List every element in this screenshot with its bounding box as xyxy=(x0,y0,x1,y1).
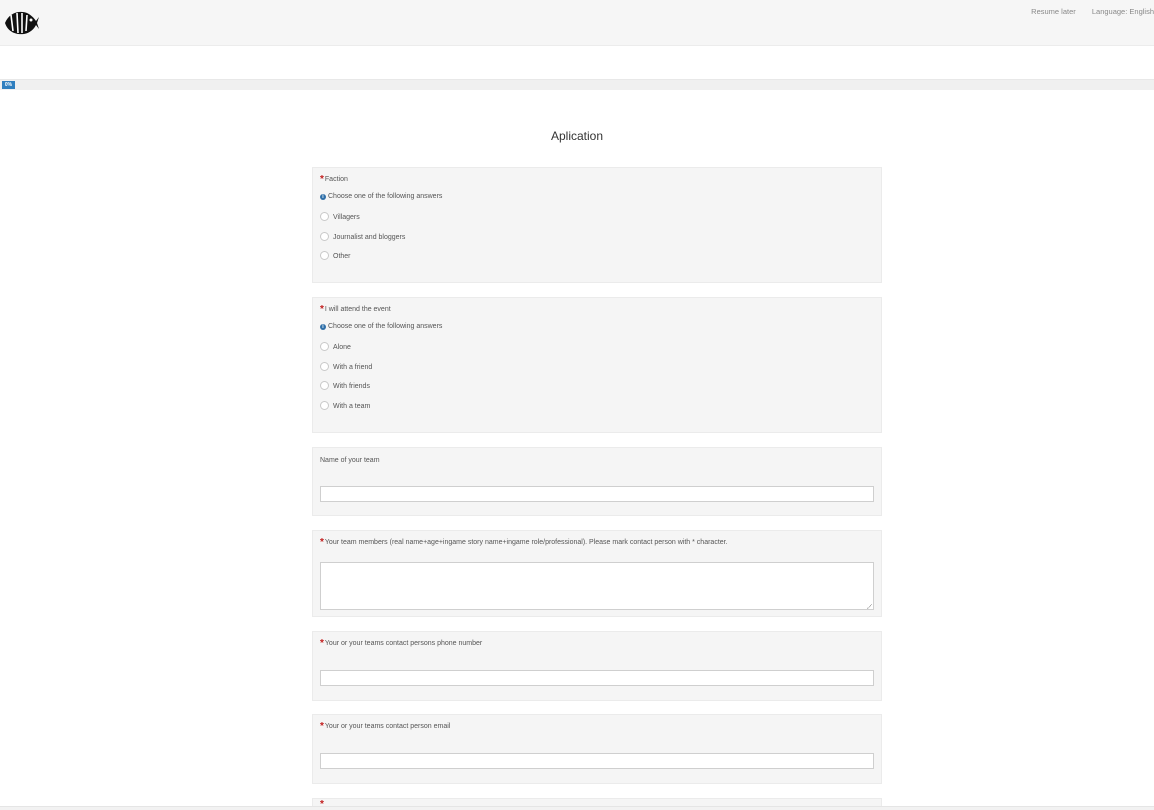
email-input[interactable] xyxy=(320,753,874,769)
info-circle-icon: i xyxy=(320,194,326,200)
radio-button[interactable] xyxy=(320,212,329,221)
progress-bar: 0% xyxy=(0,79,1154,90)
radio-button[interactable] xyxy=(320,342,329,351)
fish-logo-icon[interactable] xyxy=(3,7,39,39)
language-selector[interactable]: Language: English xyxy=(1092,7,1154,16)
required-marker: * xyxy=(320,721,324,732)
page-title: Aplication xyxy=(550,129,604,143)
radio-option-with-a-team[interactable]: With a team xyxy=(320,401,370,410)
resize-grip-icon[interactable] xyxy=(867,604,872,609)
top-links: Resume later Language: English xyxy=(1017,7,1154,16)
question-email: *Your or your teams contact person email xyxy=(312,714,882,784)
phone-number-input[interactable] xyxy=(320,670,874,686)
question-attendance: *I will attend the event i Choose one of … xyxy=(312,297,882,433)
required-marker: * xyxy=(320,174,324,185)
radio-option-alone[interactable]: Alone xyxy=(320,342,351,351)
info-circle-icon: i xyxy=(320,324,326,330)
bottom-divider xyxy=(0,806,1154,810)
radio-button[interactable] xyxy=(320,362,329,371)
question-faction: *Faction i Choose one of the following an… xyxy=(312,167,882,283)
question-label: *Your team members (real name+age+ingame… xyxy=(320,537,728,548)
question-hint: i Choose one of the following answers xyxy=(320,323,442,330)
progress-fill: 0% xyxy=(2,81,15,89)
radio-button[interactable] xyxy=(320,251,329,260)
question-team-name: Name of your team xyxy=(312,447,882,516)
team-members-textarea[interactable] xyxy=(320,562,874,610)
question-team-members: *Your team members (real name+age+ingame… xyxy=(312,530,882,617)
required-marker: * xyxy=(320,537,324,548)
top-bar: Resume later Language: English xyxy=(0,0,1154,46)
radio-option-villagers[interactable]: Villagers xyxy=(320,212,360,221)
required-marker: * xyxy=(320,638,324,649)
radio-option-other[interactable]: Other xyxy=(320,251,351,260)
question-phone: *Your or your teams contact persons phon… xyxy=(312,631,882,701)
question-label: *Your or your teams contact persons phon… xyxy=(320,638,483,649)
radio-option-with-friends[interactable]: With friends xyxy=(320,381,370,390)
required-marker: * xyxy=(320,304,324,315)
radio-button[interactable] xyxy=(320,232,329,241)
question-hint: i Choose one of the following answers xyxy=(320,193,442,200)
question-label: Name of your team xyxy=(320,457,380,464)
radio-button[interactable] xyxy=(320,401,329,410)
question-label: *Your or your teams contact person email xyxy=(320,721,451,732)
resume-later-link[interactable]: Resume later xyxy=(1031,7,1076,16)
question-label: *I will attend the event xyxy=(320,304,391,315)
team-name-input[interactable] xyxy=(320,486,874,502)
radio-option-with-a-friend[interactable]: With a friend xyxy=(320,362,372,371)
question-label: *Faction xyxy=(320,174,348,185)
radio-button[interactable] xyxy=(320,381,329,390)
radio-option-journalist[interactable]: Journalist and bloggers xyxy=(320,232,405,241)
